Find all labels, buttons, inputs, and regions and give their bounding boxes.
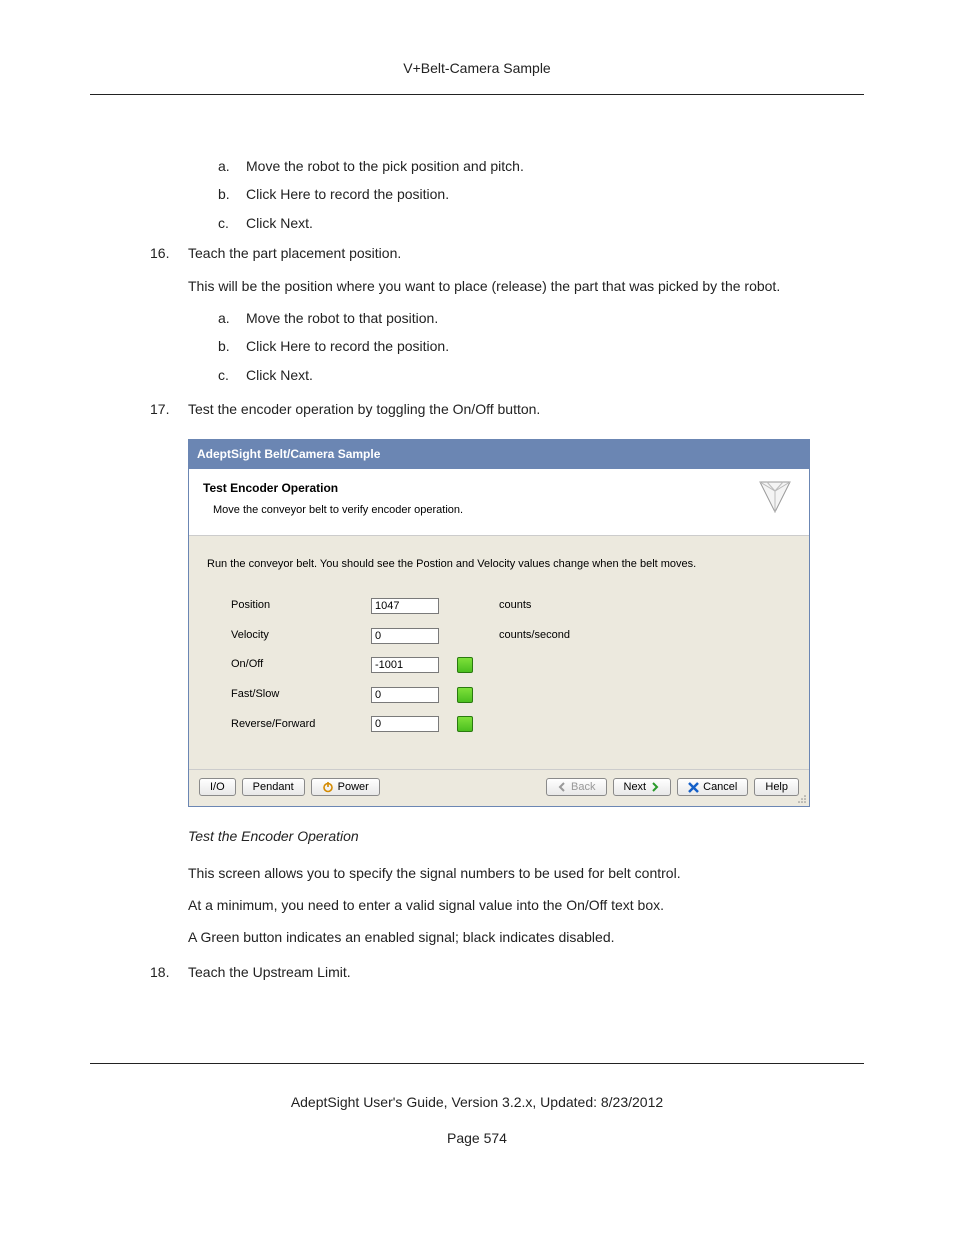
dialog-footer: I/O Pendant Power Back (189, 769, 809, 806)
page-footer: AdeptSight User's Guide, Version 3.2.x, … (90, 1063, 864, 1146)
page-header: V+Belt-Camera Sample (90, 60, 864, 95)
footer-right: Back Next Cancel (546, 778, 799, 796)
step-desc: This will be the position where you want… (188, 275, 804, 297)
position-label: Position (231, 597, 371, 615)
encoder-dialog: AdeptSight Belt/Camera Sample Test Encod… (188, 439, 810, 808)
chevron-right-icon (650, 782, 660, 792)
footer-line: AdeptSight User's Guide, Version 3.2.x, … (90, 1094, 864, 1110)
dialog-head-subtitle: Move the conveyor belt to verify encoder… (203, 502, 795, 520)
velocity-label: Velocity (231, 627, 371, 645)
velocity-unit: counts/second (499, 627, 570, 645)
step-16b: b.Click Here to record the position. (218, 335, 804, 357)
dialog-header: Test Encoder Operation Move the conveyor… (189, 469, 809, 536)
chevron-left-icon (557, 782, 567, 792)
fastslow-label: Fast/Slow (231, 686, 371, 704)
power-button[interactable]: Power (311, 778, 380, 796)
dialog-body: Run the conveyor belt. You should see th… (189, 536, 809, 770)
diamond-icon (755, 477, 795, 517)
help-button[interactable]: Help (754, 778, 799, 796)
cancel-button[interactable]: Cancel (677, 778, 748, 796)
resize-grip-icon[interactable] (797, 794, 807, 804)
step-17-p2: At a minimum, you need to enter a valid … (188, 894, 804, 916)
velocity-input[interactable] (371, 628, 439, 644)
step-16: 16. Teach the part placement position. T… (150, 242, 804, 386)
velocity-row: Velocity counts/second (207, 627, 791, 645)
page-number: Page 574 (90, 1130, 864, 1146)
onoff-input[interactable] (371, 657, 439, 673)
header-title: V+Belt-Camera Sample (403, 60, 550, 76)
step-15a: a.Move the robot to the pick position an… (218, 155, 804, 177)
onoff-toggle[interactable] (457, 657, 473, 673)
step-title: Teach the part placement position. (188, 245, 401, 261)
position-row: Position counts (207, 597, 791, 615)
position-input[interactable] (371, 598, 439, 614)
step-15-sublist: a.Move the robot to the pick position an… (218, 155, 804, 234)
dialog-titlebar: AdeptSight Belt/Camera Sample (189, 440, 809, 469)
back-button[interactable]: Back (546, 778, 606, 796)
pendant-button[interactable]: Pendant (242, 778, 305, 796)
step-17-p3: A Green button indicates an enabled sign… (188, 926, 804, 948)
revfwd-label: Reverse/Forward (231, 716, 371, 734)
fastslow-toggle[interactable] (457, 687, 473, 703)
next-button[interactable]: Next (613, 778, 672, 796)
step-15b: b.Click Here to record the position. (218, 183, 804, 205)
step-number: 16. (150, 242, 169, 264)
step-title: Teach the Upstream Limit. (188, 964, 351, 980)
step-15c: c.Click Next. (218, 212, 804, 234)
revfwd-toggle[interactable] (457, 716, 473, 732)
step-title: Test the encoder operation by toggling t… (188, 401, 540, 417)
onoff-label: On/Off (231, 656, 371, 674)
step-16a: a.Move the robot to that position. (218, 307, 804, 329)
power-icon (322, 781, 334, 793)
page-content: a.Move the robot to the pick position an… (90, 155, 864, 983)
step-16-sublist: a.Move the robot to that position. b.Cli… (218, 307, 804, 386)
main-steps: 16. Teach the part placement position. T… (150, 242, 804, 983)
onoff-row: On/Off (207, 656, 791, 674)
step-16c: c.Click Next. (218, 364, 804, 386)
figure-caption: Test the Encoder Operation (188, 825, 804, 847)
fastslow-row: Fast/Slow (207, 686, 791, 704)
step-number: 18. (150, 961, 169, 983)
dialog-head-title: Test Encoder Operation (203, 479, 795, 498)
revfwd-row: Reverse/Forward (207, 716, 791, 734)
step-18: 18. Teach the Upstream Limit. (150, 961, 804, 983)
close-icon (688, 782, 699, 793)
step-17: 17. Test the encoder operation by toggli… (150, 398, 804, 949)
io-button[interactable]: I/O (199, 778, 236, 796)
revfwd-input[interactable] (371, 716, 439, 732)
dialog-instruction: Run the conveyor belt. You should see th… (207, 556, 791, 574)
position-unit: counts (499, 597, 531, 615)
fastslow-input[interactable] (371, 687, 439, 703)
step-number: 17. (150, 398, 169, 420)
step-17-p1: This screen allows you to specify the si… (188, 862, 804, 884)
